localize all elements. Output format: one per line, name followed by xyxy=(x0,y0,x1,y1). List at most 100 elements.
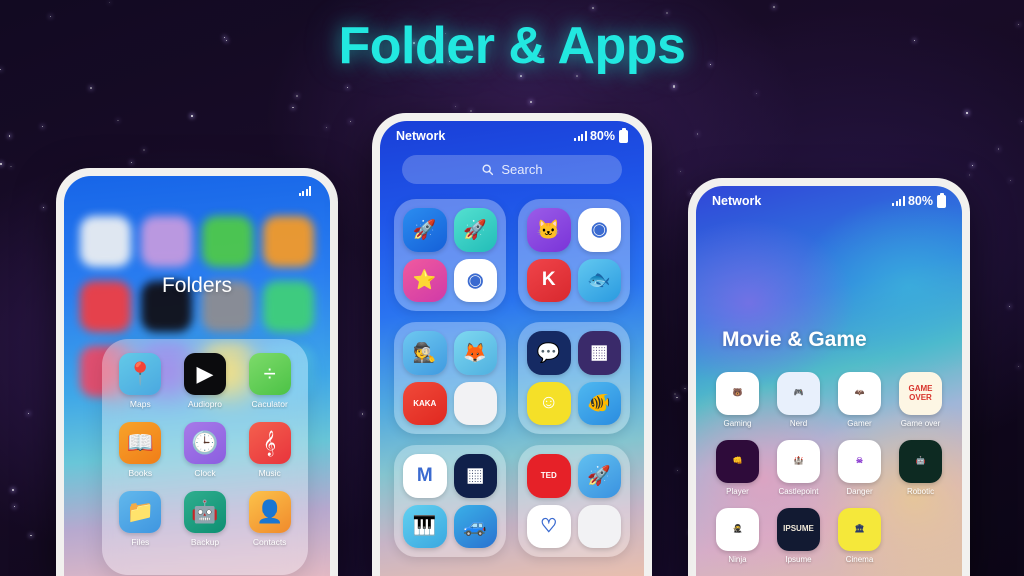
folder-learning[interactable]: TED 🚀 ♡ xyxy=(518,445,630,557)
castlepoint-icon: 🏰 xyxy=(777,440,820,483)
game-app-robotic[interactable]: 🤖 Robotic xyxy=(893,440,948,496)
folder-app-label: Files xyxy=(131,537,150,547)
rocket-kids-icon[interactable]: 🚀 xyxy=(577,454,621,498)
folder-app-backup[interactable]: 🤖 Backup xyxy=(177,491,234,547)
ipsume-icon: IPSUME xyxy=(777,508,820,551)
search-icon xyxy=(482,164,494,176)
game-app-label: Robotic xyxy=(906,487,935,496)
game-app-ninja[interactable]: 🥷 Ninja xyxy=(710,508,765,564)
heart-icon[interactable]: ♡ xyxy=(527,504,571,548)
folder-app-label: Books xyxy=(128,468,153,478)
folder-app-books[interactable]: 📖 Books xyxy=(112,422,169,478)
right-carrier-label: Network xyxy=(712,194,762,208)
audiopro-icon: ▶ xyxy=(183,353,226,395)
robotic-icon: 🤖 xyxy=(899,440,942,483)
folder-games[interactable]: M ▦ 🎹 🚙 xyxy=(394,445,506,557)
contacts-icon: 👤 xyxy=(248,491,291,533)
game-app-label: Castlepoint xyxy=(778,487,819,496)
folder-app-label: Contacts xyxy=(252,537,287,547)
backup-icon: 🤖 xyxy=(183,491,226,533)
folder-panel[interactable]: 📍 Maps ▶ Audiopro ÷ Caculator 📖 Books 🕒 Clock 𝄞 Mus… xyxy=(102,339,308,575)
folder-app-label: Music xyxy=(258,468,281,478)
game-app-label: Ipsume xyxy=(785,555,812,564)
folder-panel-grid: 📍 Maps ▶ Audiopro ÷ Caculator 📖 Books 🕒 Clock 𝄞 Mus… xyxy=(112,353,298,547)
game-app-nerd[interactable]: 🎮 Nerd xyxy=(771,372,826,428)
folder-media[interactable]: 🐱 ◉ K 🐟 xyxy=(518,199,630,311)
folder-app-files[interactable]: 📁 Files xyxy=(112,491,169,547)
game-app-gaming[interactable]: 🐻 Gaming xyxy=(710,372,765,428)
game-app-game-over[interactable]: GAME OVER Game over xyxy=(893,372,948,428)
game-app-label: Cinema xyxy=(845,555,874,564)
rocket-teal-icon[interactable]: 🚀 xyxy=(453,208,497,252)
mixed-four-icon[interactable] xyxy=(577,504,621,548)
game-app-label: Gamer xyxy=(847,419,872,428)
battery-icon xyxy=(619,127,628,143)
folders-grid: 🚀 🚀 ⭐ ◉ 🐱 ◉ K 🐟 🕵 🦊 KAKA 💬 ▦ ☺ 🐠 M ▦ 🎹 🚙 TED 🚀 ♡ xyxy=(394,199,630,557)
rocket-blue-icon[interactable]: 🚀 xyxy=(403,208,447,252)
letter-m-icon[interactable]: M xyxy=(403,454,447,498)
music-icon: 𝄞 xyxy=(248,422,291,464)
books-icon: 📖 xyxy=(119,422,162,464)
signal-bars-icon xyxy=(298,186,311,196)
phone-left-screen: Folders 📍 Maps ▶ Audiopro ÷ Caculator 📖 Books 🕒 C… xyxy=(64,176,330,576)
battery-icon xyxy=(937,192,946,208)
nerd-gamepad-icon: 🎮 xyxy=(777,372,820,415)
gaming-bear-icon: 🐻 xyxy=(716,372,759,415)
game-app-label: Ninja xyxy=(728,555,747,564)
game-app-gamer[interactable]: 🦇 Gamer xyxy=(832,372,887,428)
folder-rockets[interactable]: 🚀 🚀 ⭐ ◉ xyxy=(394,199,506,311)
kinemaster-k-icon[interactable]: K xyxy=(527,258,571,302)
game-app-cinema[interactable]: 🏛 Cinema xyxy=(832,508,887,564)
player-icon: 👊 xyxy=(716,440,759,483)
folder-app-label: Maps xyxy=(129,399,151,409)
folder-app-label: Caculator xyxy=(251,399,288,409)
game-app-ipsume[interactable]: IPSUME Ipsume xyxy=(771,508,826,564)
danger-icon: ☠ xyxy=(838,440,881,483)
cinema-icon: 🏛 xyxy=(838,508,881,551)
fish-game-icon[interactable]: 🐟 xyxy=(577,258,621,302)
folder-app-contacts[interactable]: 👤 Contacts xyxy=(241,491,298,547)
game-app-danger[interactable]: ☠ Danger xyxy=(832,440,887,496)
folder-app-clock[interactable]: 🕒 Clock xyxy=(177,422,234,478)
folder-app-label: Clock xyxy=(194,468,216,478)
game-app-player[interactable]: 👊 Player xyxy=(710,440,765,496)
game-app-castlepoint[interactable]: 🏰 Castlepoint xyxy=(771,440,826,496)
game-app-label: Game over xyxy=(900,419,941,428)
piano-kids-icon[interactable]: 🎹 xyxy=(403,504,447,548)
browser-icon[interactable]: ◉ xyxy=(453,258,497,302)
folder-app-audiopro[interactable]: ▶ Audiopro xyxy=(177,353,234,409)
cat-purple-icon[interactable]: 🐱 xyxy=(527,208,571,252)
detective-icon[interactable]: 🕵 xyxy=(403,331,447,375)
maps-icon: 📍 xyxy=(119,353,162,395)
files-icon: 📁 xyxy=(119,491,162,533)
folder-app-label: Audiopro xyxy=(187,399,222,409)
mixed-apps-icon[interactable] xyxy=(453,381,497,425)
blurred-app-1 xyxy=(80,216,131,267)
search-input[interactable]: Search xyxy=(402,155,622,184)
tetris-icon[interactable]: ▦ xyxy=(453,454,497,498)
folder-app-maps[interactable]: 📍 Maps xyxy=(112,353,169,409)
chat-p-icon[interactable]: 💬 xyxy=(527,331,571,375)
clock-icon: 🕒 xyxy=(183,422,226,464)
center-status-right: 80% xyxy=(574,127,628,143)
camera-2022-icon[interactable]: ◉ xyxy=(577,208,621,252)
folder-social[interactable]: 💬 ▦ ☺ 🐠 xyxy=(518,322,630,434)
right-status-right: 80% xyxy=(892,192,946,208)
game-app-label: Nerd xyxy=(789,419,808,428)
folder-kids[interactable]: 🕵 🦊 KAKA xyxy=(394,322,506,434)
star-pink-icon[interactable]: ⭐ xyxy=(403,258,447,302)
page-title: Folder & Apps xyxy=(338,17,686,75)
left-status-right xyxy=(298,186,315,196)
folder-app-caculator[interactable]: ÷ Caculator xyxy=(241,353,298,409)
ted-icon[interactable]: TED xyxy=(527,454,571,498)
folder-app-music[interactable]: 𝄞 Music xyxy=(241,422,298,478)
kaka-icon[interactable]: KAKA xyxy=(403,381,447,425)
right-status-bar: Network 80% xyxy=(696,186,962,216)
monster-truck-icon[interactable]: 🚙 xyxy=(453,504,497,548)
lingokids-icon[interactable]: 🦊 xyxy=(453,331,497,375)
color-grid-icon[interactable]: ▦ xyxy=(577,331,621,375)
smiley-icon[interactable]: ☺ xyxy=(527,381,571,425)
songs-icon[interactable]: 🐠 xyxy=(577,381,621,425)
blurred-app-3 xyxy=(202,216,253,267)
signal-bars-icon xyxy=(574,131,587,141)
